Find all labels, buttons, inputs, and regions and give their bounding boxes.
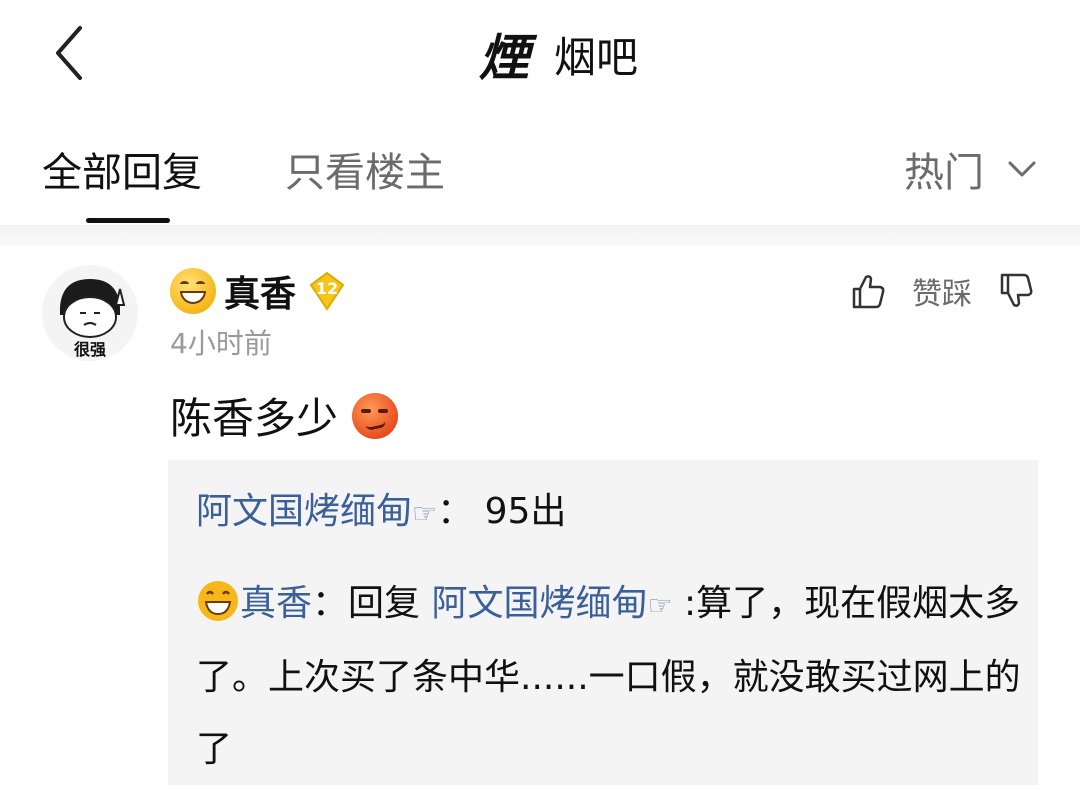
username[interactable]: 真香 (224, 265, 296, 317)
forum-name: 烟吧 (554, 32, 639, 82)
thumbs-down-icon[interactable] (994, 269, 1038, 313)
post-author-row: 真香 12 (170, 266, 348, 316)
colon: ： (437, 491, 474, 532)
forum-logo-text: 煙 (479, 28, 529, 87)
vote-actions: 赞踩 (846, 266, 1038, 316)
sort-dropdown[interactable]: 热门 (904, 140, 1038, 198)
back-button[interactable] (40, 18, 100, 88)
top-bar: 煙 烟吧 (0, 0, 1080, 110)
chevron-down-icon (1008, 161, 1036, 177)
grin-emoji-icon (198, 581, 238, 621)
back-arrow-icon (56, 26, 82, 80)
thumbs-up-icon[interactable] (846, 269, 890, 313)
reply-tabs: 全部回复 只看楼主 热门 (0, 110, 1080, 225)
reply-prefix: 回复 (348, 583, 432, 624)
level-number: 12 (315, 279, 339, 298)
sub-reply-author[interactable]: 阿文国烤缅甸 (196, 491, 412, 532)
active-tab-indicator (86, 218, 170, 223)
post-time: 4小时前 (170, 327, 272, 360)
sub-reply-author[interactable]: 真香 (240, 583, 312, 624)
sort-label: 热门 (904, 150, 984, 196)
post-content: 陈香多少 (170, 385, 399, 446)
finger-icon: ☞ (412, 497, 438, 530)
forum-logo: 煙 (468, 18, 540, 90)
sub-reply-2: 真香：回复 阿文国烤缅甸☞ :算了，现在假烟太多了。上次买了条中华......一… (196, 568, 1026, 786)
finger-icon: ☞ (647, 589, 673, 622)
tab-all-replies[interactable]: 全部回复 (42, 140, 202, 198)
forum-title[interactable]: 煙 烟吧 (468, 18, 638, 90)
sub-reply-text: 95出 (484, 491, 567, 532)
tab-host-only[interactable]: 只看楼主 (285, 140, 445, 198)
level-badge-icon: 12 (306, 270, 348, 312)
avatar-caption: 很强 (74, 340, 106, 359)
sub-replies[interactable]: 阿文国烤缅甸☞： 95出 真香：回复 阿文国烤缅甸☞ :算了，现在假烟太多了。上… (168, 460, 1038, 785)
reply-to-user[interactable]: 阿文国烤缅甸 (431, 583, 647, 624)
colon: ： (312, 583, 349, 624)
post-text: 陈香多少 (170, 394, 339, 443)
section-divider (0, 225, 1080, 247)
avatar[interactable]: 很强 (42, 265, 138, 361)
vote-label: 赞踩 (912, 277, 972, 312)
smirk-emoji-icon (352, 392, 399, 439)
grin-emoji-icon (170, 268, 216, 314)
avatar-image: 很强 (42, 265, 138, 361)
sub-reply-1: 阿文国烤缅甸☞： 95出 (196, 482, 566, 534)
